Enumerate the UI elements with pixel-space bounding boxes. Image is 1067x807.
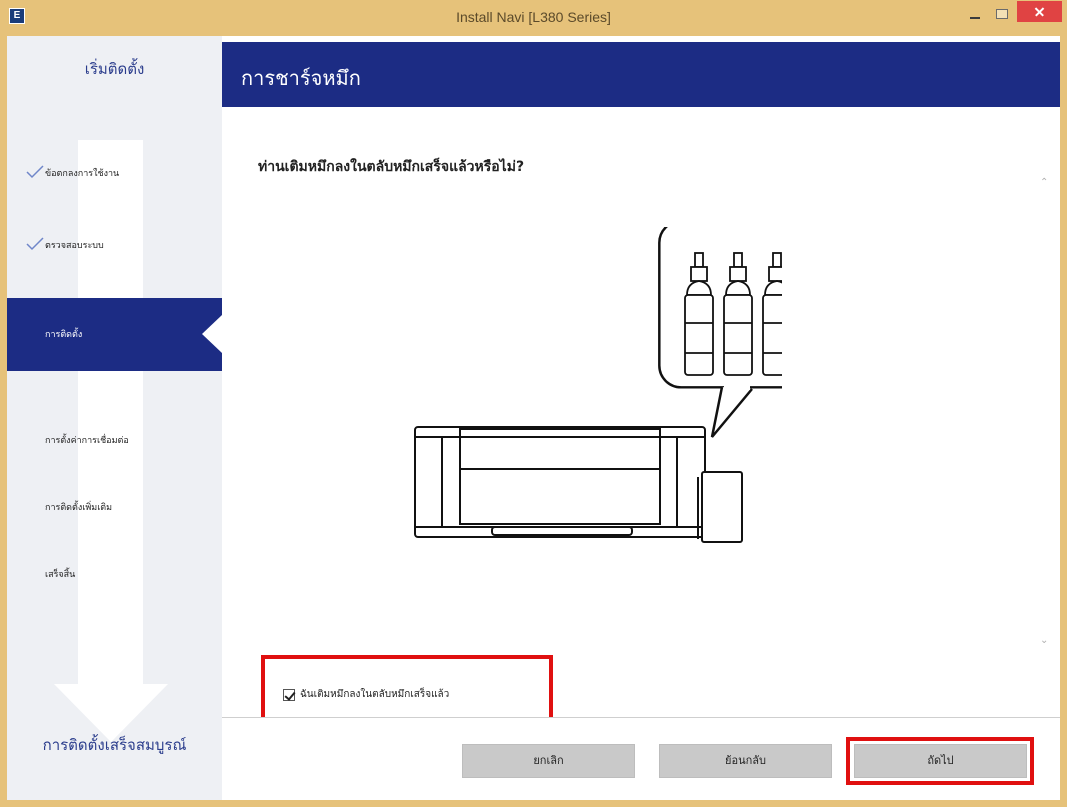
step-finish: เสร็จสิ้น (7, 558, 222, 588)
button-bar: ยกเลิก ย้อนกลับ ถัดไป (222, 717, 1060, 800)
maximize-button[interactable] (990, 6, 1014, 24)
sidebar-completion-label: การติดตั้งเสร็จสมบูรณ์ (42, 736, 187, 754)
close-button[interactable] (1017, 1, 1062, 22)
check-icon (26, 165, 44, 179)
sidebar-title: เริ่มติดตั้ง (84, 60, 145, 78)
ink-filled-checkbox-row[interactable]: ฉันเติมหมึกลงในตลับหมึกเสร็จแล้ว (283, 687, 449, 702)
step-label: เสร็จสิ้น (45, 570, 76, 580)
scroll-down-icon[interactable]: ⌄ (1040, 635, 1050, 646)
main-content: ท่านเติมหมึกลงในตลับหมึกเสร็จแล้วหรือไม่… (222, 107, 1060, 724)
steps-sidebar: เริ่มติดตั้ง ข้อตกลงการใช้งาน ตรวจสอบระบ… (7, 36, 222, 800)
next-button[interactable]: ถัดไป (854, 744, 1027, 778)
cancel-button[interactable]: ยกเลิก (462, 744, 635, 778)
printer-ink-illustration (414, 227, 782, 543)
step-connection-setup: การตั้งค่าการเชื่อมต่อ (7, 424, 222, 454)
installer-window: E Install Navi [L380 Series] เริ่มติดตั้… (0, 0, 1067, 807)
minimize-button[interactable] (963, 6, 987, 24)
ink-filled-checkbox-label[interactable]: ฉันเติมหมึกลงในตลับหมึกเสร็จแล้ว (300, 687, 449, 702)
progress-arrow-shaft (78, 140, 143, 688)
step-installation-active: การติดตั้ง (7, 298, 222, 371)
question-text: ท่านเติมหมึกลงในตลับหมึกเสร็จแล้วหรือไม่… (258, 159, 525, 175)
step-label: ข้อตกลงการใช้งาน (45, 169, 120, 179)
ink-filled-checkbox[interactable] (283, 688, 295, 701)
step-additional-install: การติดตั้งเพิ่มเติม (7, 491, 222, 521)
page-header: การชาร์จหมึก (222, 42, 1060, 107)
step-label: การตั้งค่าการเชื่อมต่อ (45, 436, 129, 446)
title-bar[interactable]: E Install Navi [L380 Series] (0, 0, 1067, 36)
step-label: ตรวจสอบระบบ (45, 241, 104, 251)
back-button[interactable]: ย้อนกลับ (659, 744, 832, 778)
page-title: การชาร์จหมึก (241, 66, 361, 90)
scroll-up-icon[interactable]: ⌃ (1040, 177, 1050, 188)
active-step-pointer (202, 315, 222, 353)
window-client-area: เริ่มติดตั้ง ข้อตกลงการใช้งาน ตรวจสอบระบ… (7, 36, 1060, 800)
step-license: ข้อตกลงการใช้งาน (7, 157, 222, 187)
step-label: การติดตั้ง (45, 330, 83, 340)
step-label: การติดตั้งเพิ่มเติม (45, 503, 113, 513)
step-system-check: ตรวจสอบระบบ (7, 229, 222, 259)
window-title: Install Navi [L380 Series] (456, 9, 611, 25)
check-icon (26, 237, 44, 251)
